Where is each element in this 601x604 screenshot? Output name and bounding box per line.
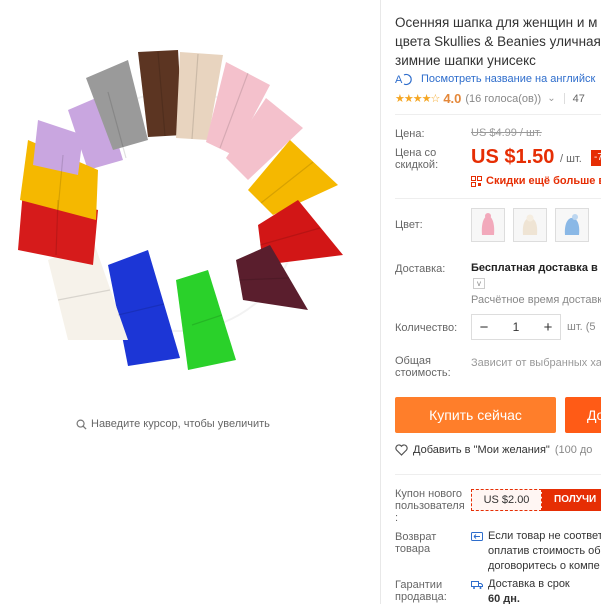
zoom-hint: Наведите курсор, чтобы увеличить — [76, 418, 270, 430]
returns-text-more: оплатив стоимость об договоритесь о комп… — [488, 545, 601, 572]
orders-count: 47 — [572, 92, 585, 105]
rating-summary: ★★★★☆ 4.0 (16 голоса(ов)) ⌄ 47 — [395, 91, 585, 106]
quantity-stepper: − 1 + — [471, 314, 561, 340]
translate-icon: A — [395, 73, 412, 86]
pink-hat-thumbnail — [481, 213, 495, 235]
returns-label: Возврат товара — [395, 531, 437, 555]
heart-icon — [395, 444, 408, 456]
delivery-option[interactable]: Бесплатная доставка в — [471, 262, 598, 274]
seller-guarantee-label: Гарантии продавца: — [395, 579, 447, 603]
zoom-hint-text: Наведите курсор, чтобы увеличить — [91, 418, 270, 430]
divider — [395, 474, 601, 475]
price-unit: / шт. — [560, 153, 582, 165]
product-gallery: Наведите курсор, чтобы увеличить — [0, 0, 380, 604]
chevron-down-icon[interactable]: ⌄ — [547, 93, 555, 104]
beanie-ring — [18, 50, 343, 370]
color-swatch-pink[interactable] — [471, 208, 505, 242]
svg-text:A: A — [395, 74, 403, 86]
discount-price-label: Цена со скидкой: — [395, 147, 439, 171]
translate-title-link[interactable]: A Посмотреть название на английск — [395, 72, 595, 86]
price-label: Цена: — [395, 128, 425, 140]
color-swatch-blue[interactable] — [555, 208, 589, 242]
seller-guarantee-days: 60 дн. — [488, 593, 520, 604]
returns-text: Если товар не соответ — [488, 530, 601, 542]
qr-code-icon — [471, 175, 482, 187]
color-label: Цвет: — [395, 219, 423, 231]
quantity-increase-button[interactable]: + — [536, 319, 560, 336]
coupon-amount: US $2.00 — [471, 489, 542, 511]
column-divider — [380, 0, 381, 604]
rating-count[interactable]: (16 голоса(ов)) — [465, 93, 541, 105]
blue-hat-thumbnail — [564, 214, 580, 235]
rating-stars: ★★★★☆ — [395, 93, 440, 105]
chevron-down-icon[interactable]: v — [473, 278, 485, 289]
product-info: Осенняя шапка для женщин и м цвета Skull… — [395, 0, 601, 604]
product-title: Осенняя шапка для женщин и м цвета Skull… — [395, 15, 601, 68]
magnifier-icon — [76, 419, 87, 430]
quantity-label: Количество: — [395, 322, 458, 334]
total-note: Зависит от выбранных ха — [471, 357, 601, 369]
delivery-time: Расчётное время доставк — [471, 294, 601, 306]
divider — [395, 114, 601, 115]
rating-value: 4.0 — [443, 91, 462, 106]
total-label: Общая стоимость: — [395, 355, 451, 379]
delivery-label: Доставка: — [395, 263, 446, 275]
discount-badge: -7 — [591, 150, 601, 166]
new-user-coupon-label: Купон нового пользователя : — [395, 488, 465, 524]
seller-guarantee-text: Доставка в срок — [488, 578, 570, 590]
cream-hat-thumbnail — [522, 214, 538, 235]
divider — [395, 198, 601, 199]
add-to-cart-button[interactable]: Дo — [565, 397, 601, 433]
quantity-input[interactable]: 1 — [496, 320, 536, 334]
return-icon — [471, 532, 483, 541]
add-to-wishlist-link[interactable]: Добавить в "Мои желания" (100 до — [395, 444, 592, 456]
color-swatch-cream[interactable] — [513, 208, 547, 242]
discount-price: US $1.50 — [471, 146, 555, 168]
buy-now-button[interactable]: Купить сейчас — [395, 397, 556, 433]
original-price: US $4.99 / шт. — [471, 127, 542, 139]
get-coupon-button[interactable]: ПОЛУЧИ — [542, 489, 601, 511]
rating-separator — [563, 93, 565, 104]
delivery-truck-icon — [471, 581, 483, 589]
product-image[interactable] — [8, 40, 350, 382]
wishlist-count: (100 до — [554, 444, 593, 456]
quantity-decrease-button[interactable]: − — [472, 319, 496, 336]
more-discounts-link[interactable]: Скидки ещё больше в — [471, 175, 601, 187]
quantity-unit: шт. (5 — [567, 321, 596, 333]
